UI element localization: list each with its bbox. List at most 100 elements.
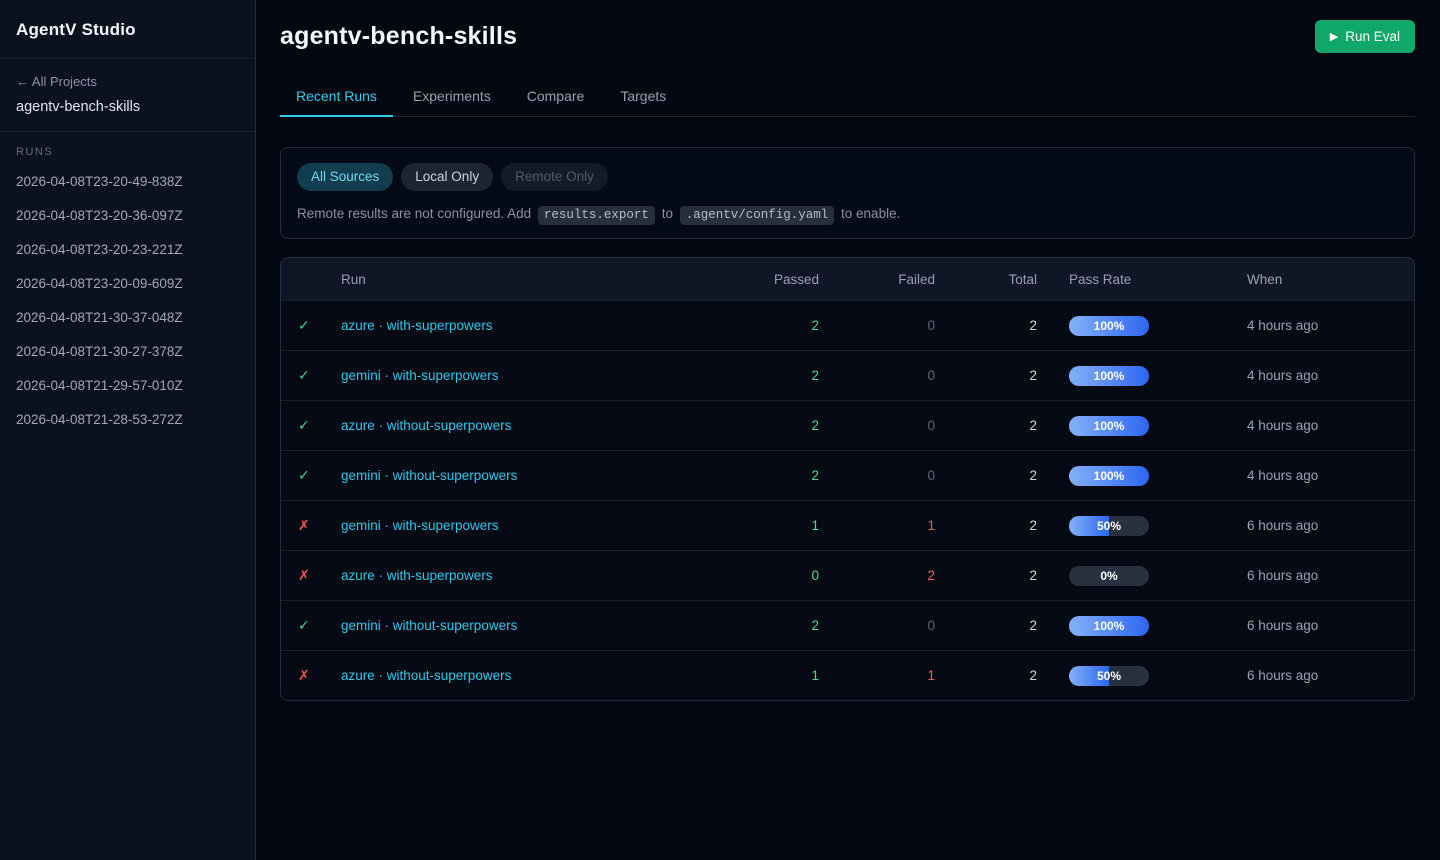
total-count: 2: [935, 518, 1037, 533]
sidebar-run-item[interactable]: 2026-04-08T21-29-57-010Z: [0, 369, 255, 403]
sidebar-run-item[interactable]: 2026-04-08T23-20-09-609Z: [0, 267, 255, 301]
passed-count: 2: [719, 618, 819, 633]
run-name-link[interactable]: azure · without-superpowers: [341, 418, 511, 433]
when-cell: 4 hours ago: [1247, 318, 1413, 333]
run-eval-button[interactable]: ▶ Run Eval: [1315, 20, 1415, 53]
runs-table-header: Run Passed Failed Total Pass Rate When: [281, 258, 1414, 300]
run-name-link[interactable]: azure · with-superpowers: [341, 568, 493, 583]
pass-rate-pill: 50%: [1069, 516, 1149, 536]
pass-rate-label: 100%: [1069, 466, 1149, 486]
total-count: 2: [935, 668, 1037, 683]
failed-count: 0: [819, 618, 935, 633]
pass-rate-label: 100%: [1069, 316, 1149, 336]
run-name-link[interactable]: azure · with-superpowers: [341, 318, 493, 333]
source-filter-pill[interactable]: All Sources: [297, 163, 393, 191]
run-name-link[interactable]: azure · without-superpowers: [341, 668, 511, 683]
pass-rate-pill: 100%: [1069, 616, 1149, 636]
run-eval-label: Run Eval: [1345, 29, 1400, 44]
pass-rate-pill: 0%: [1069, 566, 1149, 586]
tab[interactable]: Experiments: [397, 79, 507, 117]
failed-count: 0: [819, 418, 935, 433]
passed-count: 2: [719, 318, 819, 333]
pass-rate-label: 50%: [1069, 666, 1149, 686]
all-projects-back-link[interactable]: ← All Projects: [16, 74, 239, 89]
status-icon: ✓: [298, 617, 310, 633]
total-count: 2: [935, 618, 1037, 633]
table-row[interactable]: ✓ gemini · without-superpowers 2 0 2 100…: [281, 450, 1414, 500]
when-cell: 4 hours ago: [1247, 468, 1413, 483]
sidebar-run-item[interactable]: 2026-04-08T23-20-49-838Z: [0, 165, 255, 199]
source-filter-card: All Sources Local Only Remote Only Remot…: [280, 147, 1415, 239]
status-icon: ✓: [298, 367, 310, 383]
notice-suffix: to enable.: [841, 206, 900, 221]
failed-count: 0: [819, 368, 935, 383]
runs-table: Run Passed Failed Total Pass Rate When ✓…: [280, 257, 1415, 701]
table-row[interactable]: ✗ azure · with-superpowers 0 2 2 0% 6 ho…: [281, 550, 1414, 600]
tab[interactable]: Targets: [604, 79, 682, 117]
tab[interactable]: Compare: [511, 79, 601, 117]
code-chip-config-yaml: .agentv/config.yaml: [680, 206, 835, 225]
total-count: 2: [935, 418, 1037, 433]
page-header: agentv-bench-skills ▶ Run Eval: [280, 0, 1415, 53]
header-when: When: [1247, 272, 1413, 287]
status-icon: ✗: [298, 567, 310, 583]
notice-mid: to: [662, 206, 673, 221]
pass-rate-label: 0%: [1069, 566, 1149, 586]
app-title: AgentV Studio: [0, 0, 255, 59]
pass-rate-label: 50%: [1069, 516, 1149, 536]
play-icon: ▶: [1330, 30, 1338, 43]
passed-count: 2: [719, 368, 819, 383]
table-row[interactable]: ✗ gemini · with-superpowers 1 1 2 50% 6 …: [281, 500, 1414, 550]
passed-count: 2: [719, 418, 819, 433]
status-icon: ✗: [298, 517, 310, 533]
source-filter-pill[interactable]: Remote Only: [501, 163, 608, 191]
run-name-link[interactable]: gemini · without-superpowers: [341, 618, 517, 633]
sidebar-run-item[interactable]: 2026-04-08T21-28-53-272Z: [0, 403, 255, 437]
notice-prefix: Remote results are not configured. Add: [297, 206, 531, 221]
source-filter-pill[interactable]: Local Only: [401, 163, 493, 191]
passed-count: 0: [719, 568, 819, 583]
header-total: Total: [935, 272, 1037, 287]
header-run: Run: [325, 272, 719, 287]
header-pass-rate: Pass Rate: [1037, 272, 1247, 287]
run-name-link[interactable]: gemini · with-superpowers: [341, 518, 499, 533]
header-failed: Failed: [819, 272, 935, 287]
failed-count: 1: [819, 518, 935, 533]
sidebar-run-item[interactable]: 2026-04-08T21-30-37-048Z: [0, 301, 255, 335]
when-cell: 6 hours ago: [1247, 518, 1413, 533]
pass-rate-label: 100%: [1069, 416, 1149, 436]
when-cell: 4 hours ago: [1247, 368, 1413, 383]
table-row[interactable]: ✓ gemini · without-superpowers 2 0 2 100…: [281, 600, 1414, 650]
when-cell: 6 hours ago: [1247, 568, 1413, 583]
run-name-link[interactable]: gemini · with-superpowers: [341, 368, 499, 383]
status-icon: ✓: [298, 417, 310, 433]
failed-count: 0: [819, 468, 935, 483]
remote-config-notice: Remote results are not configured. Add r…: [297, 206, 1398, 222]
total-count: 2: [935, 368, 1037, 383]
failed-count: 2: [819, 568, 935, 583]
pass-rate-pill: 100%: [1069, 466, 1149, 486]
sidebar-runs-list: 2026-04-08T23-20-49-838Z 2026-04-08T23-2…: [0, 165, 255, 437]
passed-count: 1: [719, 518, 819, 533]
table-row[interactable]: ✓ azure · without-superpowers 2 0 2 100%…: [281, 400, 1414, 450]
sidebar-run-item[interactable]: 2026-04-08T23-20-36-097Z: [0, 199, 255, 233]
total-count: 2: [935, 468, 1037, 483]
sidebar: AgentV Studio ← All Projects agentv-benc…: [0, 0, 256, 860]
total-count: 2: [935, 568, 1037, 583]
table-row[interactable]: ✓ gemini · with-superpowers 2 0 2 100% 4…: [281, 350, 1414, 400]
passed-count: 1: [719, 668, 819, 683]
when-cell: 6 hours ago: [1247, 618, 1413, 633]
sidebar-run-item[interactable]: 2026-04-08T23-20-23-221Z: [0, 233, 255, 267]
status-icon: ✓: [298, 317, 310, 333]
pass-rate-pill: 100%: [1069, 316, 1149, 336]
sidebar-run-item[interactable]: 2026-04-08T21-30-27-378Z: [0, 335, 255, 369]
tab[interactable]: Recent Runs: [280, 79, 393, 117]
sidebar-project-section: ← All Projects agentv-bench-skills: [0, 59, 255, 132]
tab-bar: Recent Runs Experiments Compare Targets: [280, 79, 1415, 117]
table-row[interactable]: ✓ azure · with-superpowers 2 0 2 100% 4 …: [281, 300, 1414, 350]
source-filter-pills: All Sources Local Only Remote Only: [297, 163, 1398, 191]
status-icon: ✓: [298, 467, 310, 483]
page-title: agentv-bench-skills: [280, 22, 517, 51]
table-row[interactable]: ✗ azure · without-superpowers 1 1 2 50% …: [281, 650, 1414, 700]
run-name-link[interactable]: gemini · without-superpowers: [341, 468, 517, 483]
